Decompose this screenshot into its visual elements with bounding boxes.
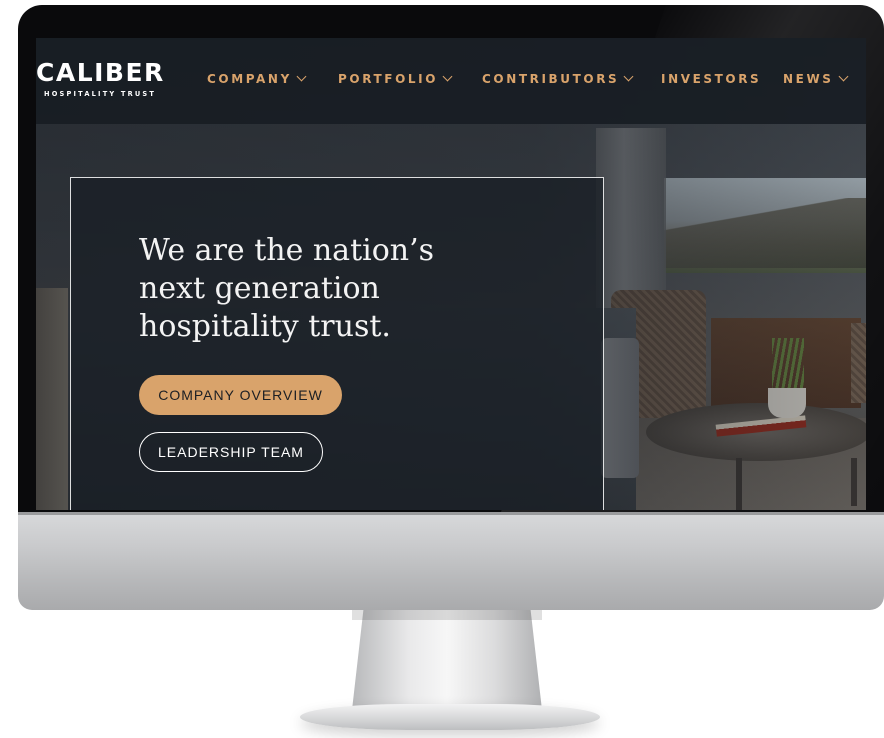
nav-item-portfolio[interactable]: PORTFOLIO [338, 71, 453, 86]
hero-card: We are the nation’s next generation hosp… [70, 177, 604, 510]
nav-item-label: INVESTORS [661, 72, 762, 86]
nav-item-investors[interactable]: INVESTORS [661, 72, 761, 86]
nav-item-label: PORTFOLIO [338, 72, 438, 86]
headline-line: We are the nation’s [139, 233, 435, 268]
nav-item-label: COMPANY [207, 72, 292, 86]
chevron-down-icon [838, 71, 848, 82]
monitor-mockup: CALIBER HOSPITALITY TRUST COMPANY PORTFO… [0, 0, 884, 738]
monitor-foot [300, 704, 600, 730]
monitor-stand [352, 610, 542, 710]
nav-item-label: CONTRIBUTORS [482, 72, 620, 86]
headline-line: next generation [139, 271, 380, 306]
chevron-down-icon [296, 71, 307, 82]
website-screen: CALIBER HOSPITALITY TRUST COMPANY PORTFO… [36, 38, 866, 510]
top-navigation: CALIBER HOSPITALITY TRUST COMPANY PORTFO… [36, 38, 866, 124]
nav-item-contributors[interactable]: CONTRIBUTORS [482, 71, 634, 86]
company-overview-button[interactable]: COMPANY OVERVIEW [139, 375, 342, 415]
monitor-stand-shadow [352, 610, 542, 620]
chevron-down-icon [442, 71, 453, 82]
headline-line: hospitality trust. [139, 309, 391, 344]
nav-item-company[interactable]: COMPANY [207, 71, 307, 86]
nav-item-news[interactable]: NEWS [783, 71, 848, 86]
logo-wordmark: CALIBER [36, 58, 165, 87]
logo-tagline: HOSPITALITY TRUST [44, 90, 157, 98]
hero-headline: We are the nation’s next generation hosp… [139, 232, 499, 346]
leadership-team-button[interactable]: LEADERSHIP TEAM [139, 432, 323, 472]
monitor-chin [18, 512, 884, 610]
chevron-down-icon [623, 71, 634, 82]
nav-item-label: NEWS [783, 72, 834, 86]
monitor-chin-edge [18, 512, 884, 515]
